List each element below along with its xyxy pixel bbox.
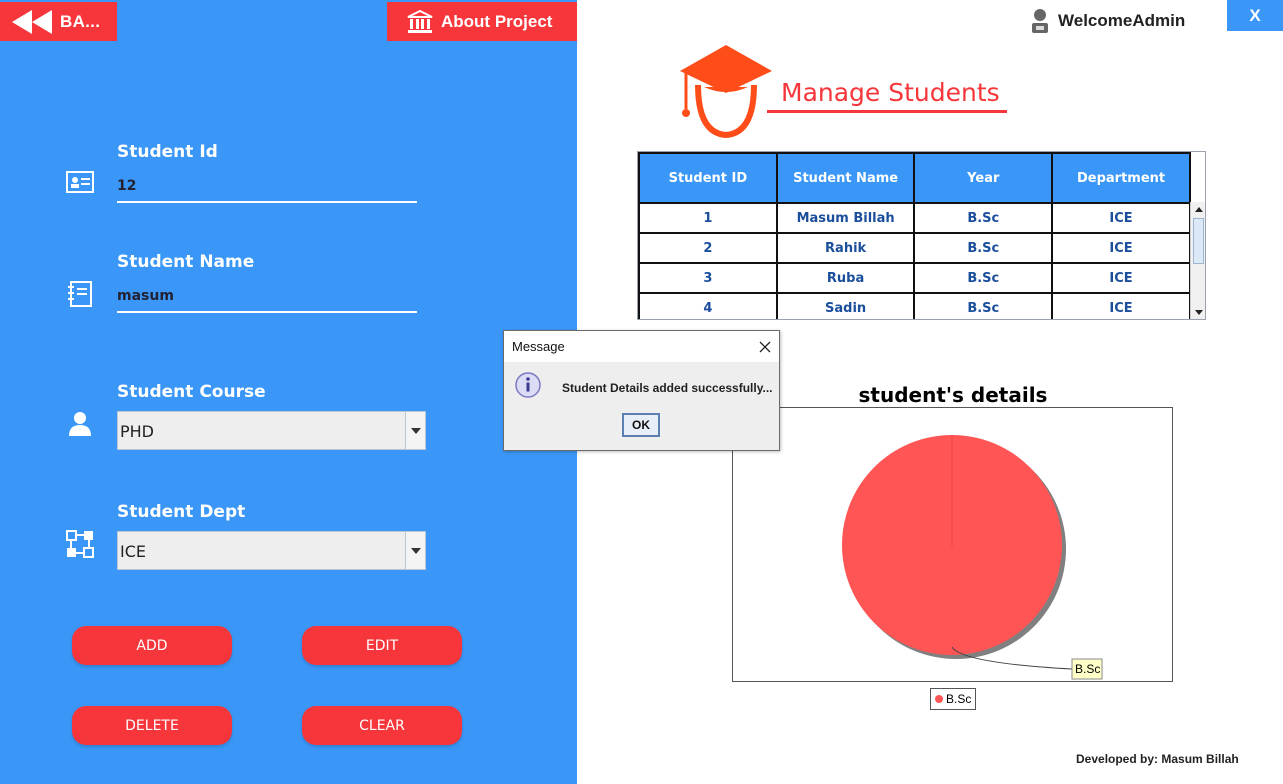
table-row[interactable]: 1 Masum Billah B.Sc ICE [638, 202, 1191, 234]
pie-chart: B.Sc [842, 435, 1103, 680]
chart-title: student's details [858, 383, 1048, 407]
hierarchy-icon [66, 530, 94, 558]
page-title: Manage Students [781, 78, 1000, 107]
student-id-label: Student Id [117, 142, 218, 162]
table-cell: ICE [1051, 232, 1191, 264]
table-cell: Rahik [775, 232, 916, 264]
table-cell: 3 [638, 262, 778, 294]
dept-select-value: ICE [120, 542, 146, 561]
student-name-label: Student Name [117, 252, 255, 272]
close-icon[interactable] [759, 341, 771, 353]
students-table[interactable]: Student ID Student Name Year Department … [637, 151, 1206, 320]
slice-label: B.Sc [1071, 658, 1103, 680]
back-button[interactable]: BA... [0, 2, 117, 41]
table-cell: Ruba [775, 262, 916, 294]
course-select-value: PHD [120, 422, 154, 441]
scroll-thumb[interactable] [1193, 218, 1204, 264]
dialog-message: Student Details added successfully... [562, 381, 773, 395]
table-cell: Masum Billah [775, 202, 916, 234]
table-row[interactable]: 2 Rahik B.Sc ICE [638, 232, 1191, 264]
student-name-input[interactable]: masum [117, 288, 417, 313]
add-button[interactable]: ADD [72, 626, 232, 665]
id-card-icon [66, 171, 94, 193]
welcome-label: WelcomeAdmin [1058, 11, 1186, 30]
table-cell: 2 [638, 232, 778, 264]
institution-icon [407, 9, 433, 33]
manage-students-window: BA... About Project Student Id 12 Studen… [0, 0, 1283, 784]
chevron-down-icon[interactable] [405, 532, 425, 569]
slice-label-text: B.Sc [1075, 662, 1100, 676]
table-cell: B.Sc [913, 232, 1054, 264]
table-cell: B.Sc [913, 202, 1054, 234]
table-cell: ICE [1051, 202, 1191, 234]
left-form-panel: BA... About Project Student Id 12 Studen… [0, 0, 577, 784]
delete-button[interactable]: DELETE [72, 706, 232, 745]
legend-swatch [935, 695, 943, 703]
student-dept-label: Student Dept [117, 502, 246, 522]
scroll-up-icon[interactable] [1191, 202, 1205, 217]
dept-select[interactable]: ICE [117, 531, 426, 570]
table-cell: ICE [1051, 292, 1191, 319]
student-course-label: Student Course [117, 382, 266, 402]
chevron-down-icon[interactable] [405, 412, 425, 449]
developer-credit: Developed by: Masum Billah [1076, 752, 1239, 766]
table-cell: 1 [638, 202, 778, 234]
scroll-down-icon[interactable] [1191, 305, 1205, 319]
rewind-icon [12, 9, 52, 34]
table-cell: B.Sc [913, 292, 1054, 319]
table-cell: ICE [1051, 262, 1191, 294]
user-icon [69, 412, 91, 436]
about-project-label: About Project [441, 11, 553, 31]
column-header[interactable]: Department [1051, 152, 1191, 204]
table-cell: Sadin [775, 292, 916, 319]
column-header[interactable]: Student Name [775, 152, 916, 204]
course-select[interactable]: PHD [117, 411, 426, 450]
table-row[interactable]: 4 Sadin B.Sc ICE [638, 292, 1191, 319]
table-row[interactable]: 3 Ruba B.Sc ICE [638, 262, 1191, 294]
about-project-button[interactable]: About Project [387, 2, 577, 41]
title-underline [767, 110, 1007, 113]
back-button-label: BA... [60, 11, 101, 31]
chart-legend: B.Sc [930, 688, 977, 710]
message-dialog: Message Student Details added successful… [503, 330, 780, 451]
table-cell: B.Sc [913, 262, 1054, 294]
table-cell: 4 [638, 292, 778, 319]
table-scrollbar[interactable] [1190, 202, 1205, 319]
info-icon [515, 372, 541, 398]
legend-label: B.Sc [946, 692, 972, 706]
edit-button[interactable]: EDIT [302, 626, 462, 665]
clear-button[interactable]: CLEAR [302, 706, 462, 745]
table-header-row: Student ID Student Name Year Department [638, 152, 1191, 204]
column-header[interactable]: Year [913, 152, 1054, 204]
student-id-input[interactable]: 12 [117, 178, 417, 203]
graduate-icon [680, 45, 772, 139]
notebook-icon [68, 281, 92, 307]
column-header[interactable]: Student ID [638, 152, 778, 204]
dialog-titlebar: Message [504, 331, 779, 362]
close-button[interactable]: X [1227, 0, 1283, 31]
admin-user-icon [1032, 9, 1048, 33]
dialog-title: Message [512, 339, 565, 354]
welcome-user: WelcomeAdmin [1030, 8, 1185, 34]
ok-button[interactable]: OK [622, 413, 660, 437]
